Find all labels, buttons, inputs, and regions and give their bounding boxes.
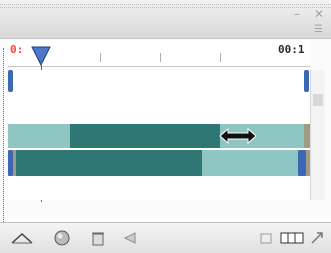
tween-icon[interactable] (118, 229, 142, 247)
tracks-area (8, 70, 310, 200)
ruler-tick (160, 53, 161, 62)
panel-grip[interactable] (0, 4, 331, 8)
track-segment[interactable] (70, 124, 220, 148)
close-icon[interactable]: ✕ (314, 8, 324, 20)
convert-icon[interactable] (308, 229, 326, 247)
end-time-label: 00:1 (278, 43, 305, 56)
track-segment[interactable] (16, 150, 202, 176)
track-handle-right[interactable] (304, 70, 309, 92)
panel-menu-icon[interactable]: ☰ (314, 24, 323, 36)
ruler-tick (100, 53, 101, 62)
sphere-icon[interactable] (50, 229, 74, 247)
frames-icon[interactable] (278, 229, 306, 247)
left-dotted-guide (3, 48, 5, 232)
track-row[interactable] (8, 150, 310, 176)
timeline-toolbar (0, 222, 331, 253)
time-ruler[interactable]: 0: 00:1 (8, 40, 310, 67)
timeline-panel: – ✕ ☰ 0: 00:1 (0, 0, 331, 253)
panel-title-bar: – ✕ ☰ (0, 0, 331, 39)
track-row[interactable] (8, 70, 310, 92)
current-time-label: 0: (10, 43, 24, 56)
track-row[interactable] (8, 124, 310, 148)
minimize-icon[interactable]: – (294, 8, 300, 20)
track-handle-left[interactable] (8, 150, 13, 176)
resize-horizontal-cursor-icon (219, 127, 257, 145)
track-handle-right[interactable] (298, 150, 306, 176)
ruler-tick (220, 53, 221, 62)
track-segment[interactable] (202, 150, 298, 176)
delete-icon[interactable] (86, 229, 110, 247)
hide-icon[interactable] (256, 229, 276, 247)
vertical-scrollbar[interactable] (310, 70, 325, 200)
onion-skin-icon[interactable] (10, 229, 34, 247)
track-segment[interactable] (8, 124, 70, 148)
scroll-thumb[interactable] (313, 94, 323, 106)
track-handle-left[interactable] (8, 70, 13, 92)
